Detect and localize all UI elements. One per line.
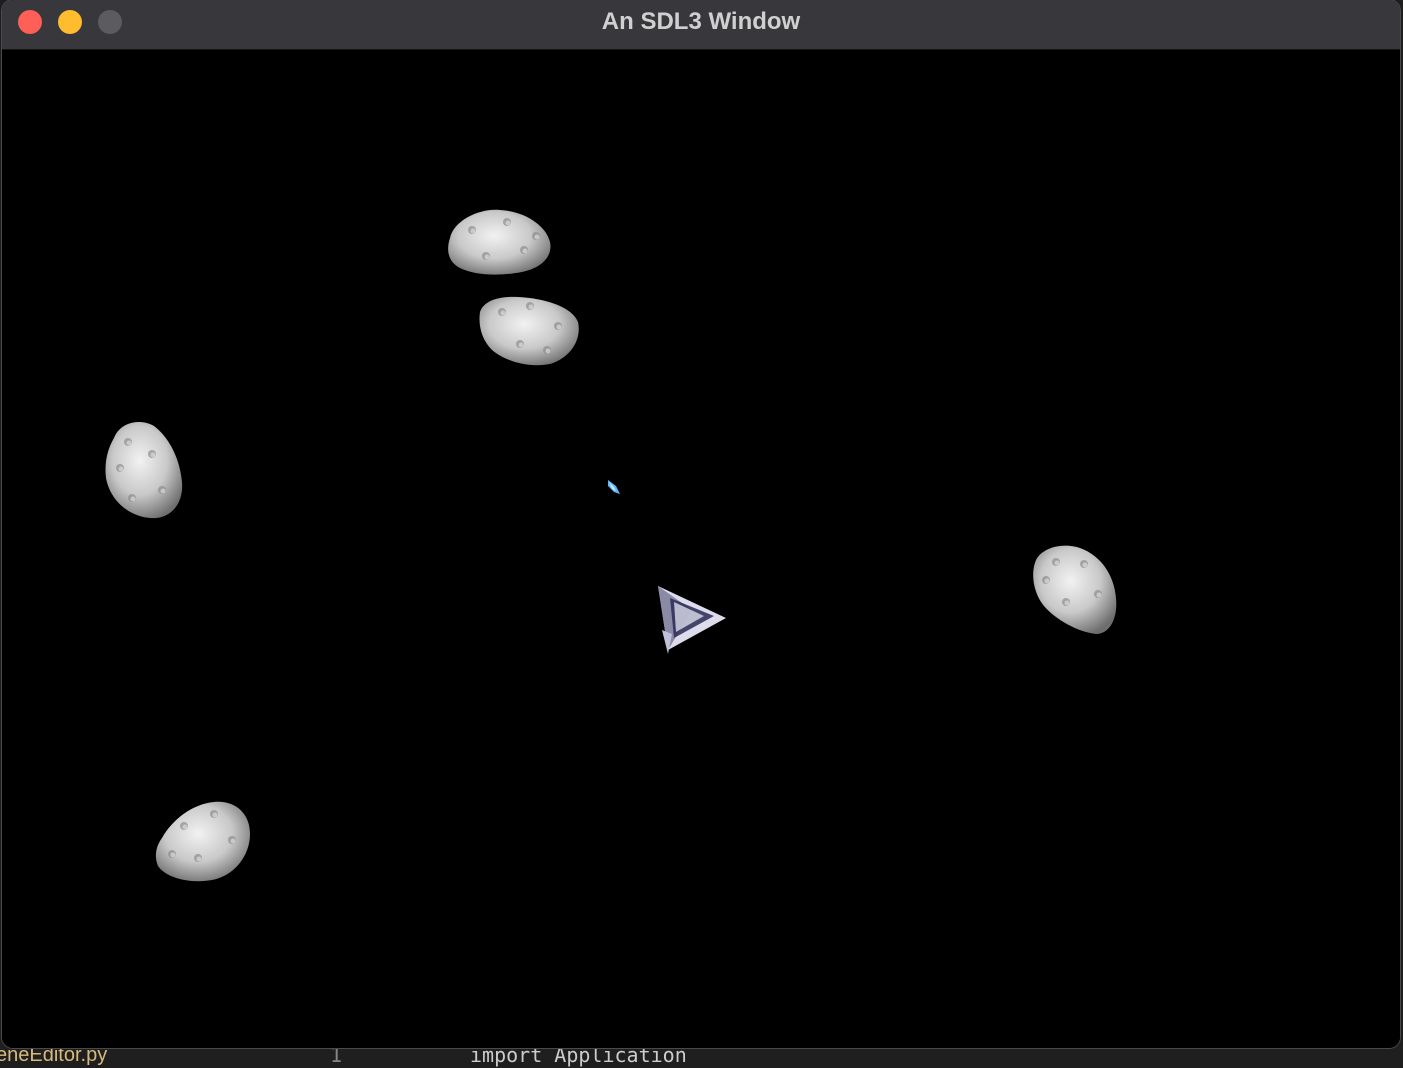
game-canvas[interactable]: [2, 50, 1400, 1048]
game-viewport[interactable]: [2, 50, 1400, 1048]
space-background: [2, 50, 1400, 1048]
window-titlebar[interactable]: An SDL3 Window: [2, 0, 1400, 50]
window-title: An SDL3 Window: [601, 8, 801, 35]
sdl-window[interactable]: An SDL3 Window: [2, 0, 1400, 1048]
